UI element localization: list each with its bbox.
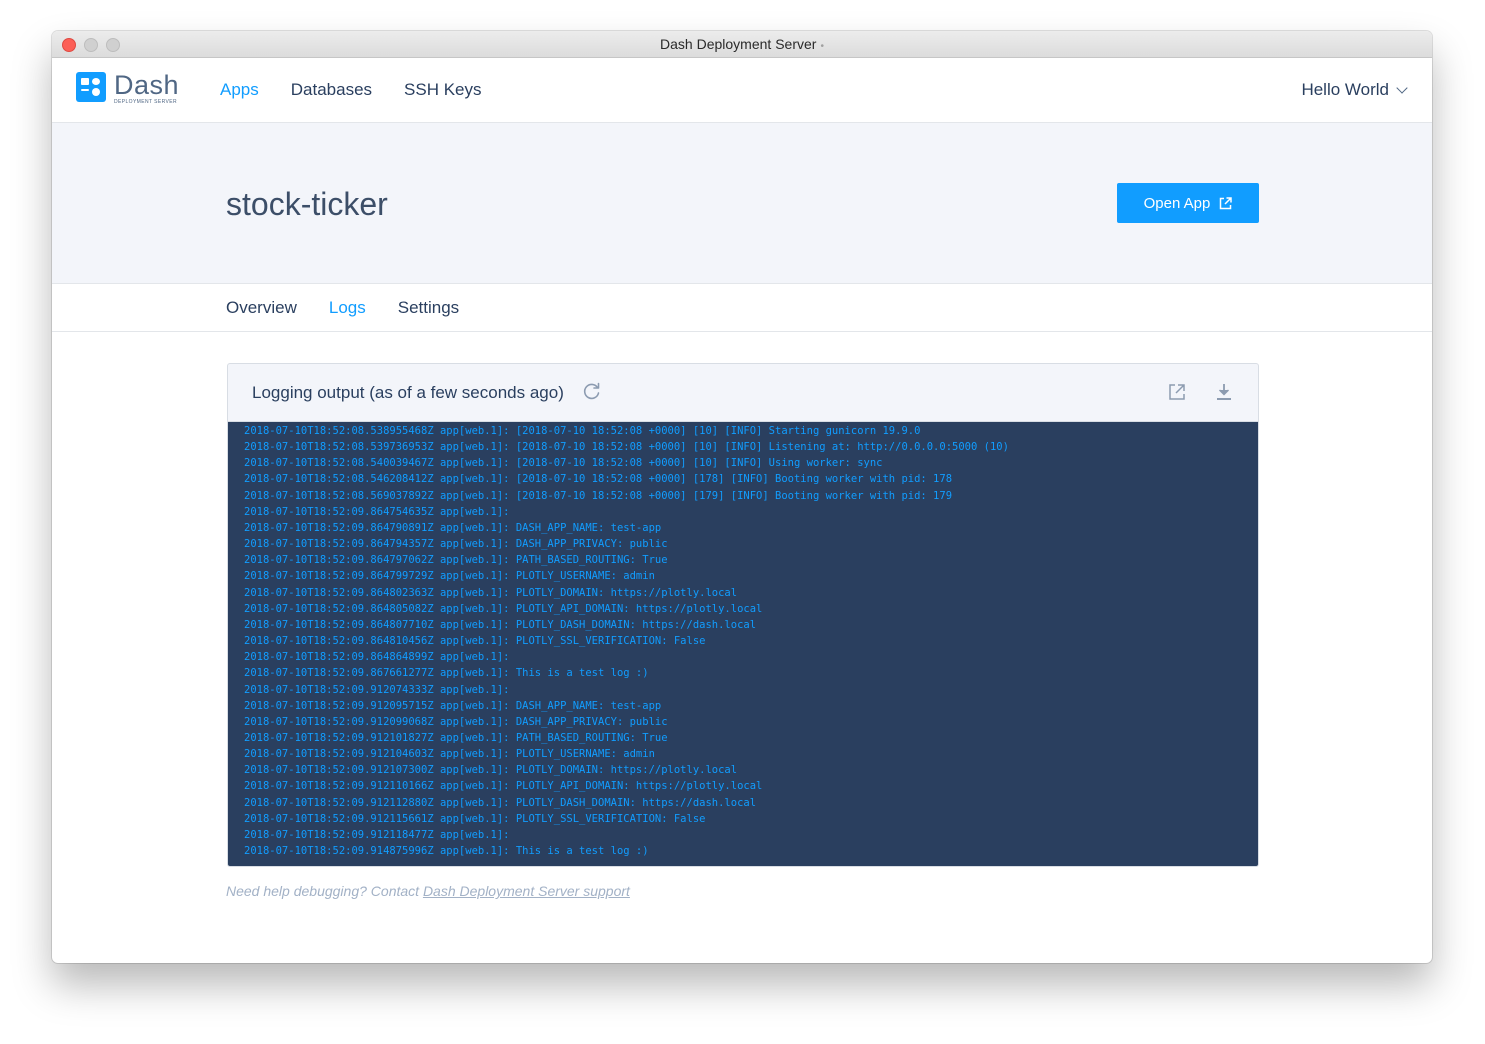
tab-overview[interactable]: Overview [226, 298, 297, 318]
log-line: 2018-07-10T18:52:08.546208412Z app[web.1… [244, 473, 953, 486]
log-line: 2018-07-10T18:52:09.864802363Z app[web.1… [244, 586, 738, 599]
log-line: 2018-07-10T18:52:08.538955468Z app[web.1… [244, 425, 921, 437]
log-panel-header: Logging output (as of a few seconds ago) [228, 364, 1258, 422]
external-link-icon[interactable] [1167, 382, 1187, 402]
log-line: 2018-07-10T18:52:08.540039467Z app[web.1… [244, 457, 883, 470]
log-line: 2018-07-10T18:52:09.864799729Z app[web.1… [244, 570, 655, 583]
help-prefix: Need help debugging? Contact [226, 883, 423, 899]
log-line: 2018-07-10T18:52:08.539736953Z app[web.1… [244, 441, 1009, 454]
nav-item-apps[interactable]: Apps [220, 80, 259, 100]
browser-window: Dash Deployment Server • Dash DEPLOYMENT … [52, 31, 1432, 963]
log-title: Logging output (as of a few seconds ago) [252, 383, 564, 402]
log-line: 2018-07-10T18:52:09.912118477Z app[web.1… [244, 828, 510, 841]
log-line: 2018-07-10T18:52:09.864810456Z app[web.1… [244, 635, 706, 648]
log-line: 2018-07-10T18:52:09.912115661Z app[web.1… [244, 812, 706, 825]
close-window-button[interactable] [62, 38, 76, 52]
nav-item-ssh-keys[interactable]: SSH Keys [404, 80, 481, 100]
tab-logs[interactable]: Logs [329, 298, 366, 318]
open-app-label: Open App [1143, 194, 1211, 212]
user-menu[interactable]: Hello World [1301, 58, 1408, 122]
log-panel: Logging output (as of a few seconds ago)… [227, 363, 1259, 867]
window-title-marker: • [820, 41, 824, 52]
log-line: 2018-07-10T18:52:09.864794357Z app[web.1… [244, 538, 668, 551]
log-line: 2018-07-10T18:52:09.864864899Z app[web.1… [244, 651, 510, 664]
log-line: 2018-07-10T18:52:08.569037892Z app[web.1… [244, 489, 953, 502]
window-controls [62, 38, 120, 52]
log-line: 2018-07-10T18:52:09.912099068Z app[web.1… [244, 715, 668, 728]
tab-settings[interactable]: Settings [398, 298, 459, 318]
log-output[interactable]: 2018-07-10T18:52:08.538955468Z app[web.1… [228, 422, 1258, 866]
log-line: 2018-07-10T18:52:09.912110166Z app[web.1… [244, 780, 763, 793]
log-line: 2018-07-10T18:52:09.864754635Z app[web.1… [244, 505, 510, 518]
log-line: 2018-07-10T18:52:09.864790891Z app[web.1… [244, 521, 662, 534]
nav-item-databases[interactable]: Databases [291, 80, 372, 100]
page-title: stock-ticker [226, 186, 388, 222]
minimize-window-button[interactable] [84, 38, 98, 52]
top-navbar: Dash DEPLOYMENT SERVER Apps Databases SS… [52, 58, 1432, 123]
chevron-down-icon [1396, 82, 1408, 94]
support-link[interactable]: Dash Deployment Server support [423, 883, 630, 899]
log-line: 2018-07-10T18:52:09.912095715Z app[web.1… [244, 699, 662, 712]
log-line: 2018-07-10T18:52:09.864797062Z app[web.1… [244, 554, 668, 567]
title-bar: Dash Deployment Server • [52, 31, 1432, 58]
log-line: 2018-07-10T18:52:09.912104603Z app[web.1… [244, 748, 655, 761]
app-tabs: Overview Logs Settings [52, 284, 1432, 332]
log-line: 2018-07-10T18:52:09.864805082Z app[web.1… [244, 602, 763, 615]
log-line: 2018-07-10T18:52:09.867661277Z app[web.1… [244, 667, 649, 680]
refresh-icon[interactable] [582, 381, 602, 401]
brand-subtitle: DEPLOYMENT SERVER [114, 99, 178, 105]
log-line: 2018-07-10T18:52:09.912074333Z app[web.1… [244, 683, 510, 696]
open-app-button[interactable]: Open App [1117, 183, 1259, 223]
user-name: Hello World [1301, 80, 1389, 99]
window-title: Dash Deployment Server [660, 36, 817, 52]
log-line: 2018-07-10T18:52:09.912112880Z app[web.1… [244, 796, 757, 809]
dash-logo-icon [76, 72, 106, 102]
external-link-icon [1220, 196, 1233, 209]
log-line: 2018-07-10T18:52:09.912101827Z app[web.1… [244, 731, 668, 744]
main-nav: Apps Databases SSH Keys [220, 58, 514, 122]
app-header: stock-ticker Open App [52, 123, 1432, 284]
log-line: 2018-07-10T18:52:09.864807710Z app[web.1… [244, 618, 757, 631]
brand-name: Dash [114, 70, 180, 100]
zoom-window-button[interactable] [106, 38, 120, 52]
log-line: 2018-07-10T18:52:09.912107300Z app[web.1… [244, 764, 738, 777]
dash-logo[interactable]: Dash DEPLOYMENT SERVER [76, 72, 179, 105]
log-lines: 2018-07-10T18:52:08.538955468Z app[web.1… [228, 422, 1258, 859]
log-line: 2018-07-10T18:52:09.914875996Z app[web.1… [244, 845, 649, 858]
help-text: Need help debugging? Contact Dash Deploy… [226, 883, 630, 899]
download-icon[interactable] [1214, 382, 1234, 402]
